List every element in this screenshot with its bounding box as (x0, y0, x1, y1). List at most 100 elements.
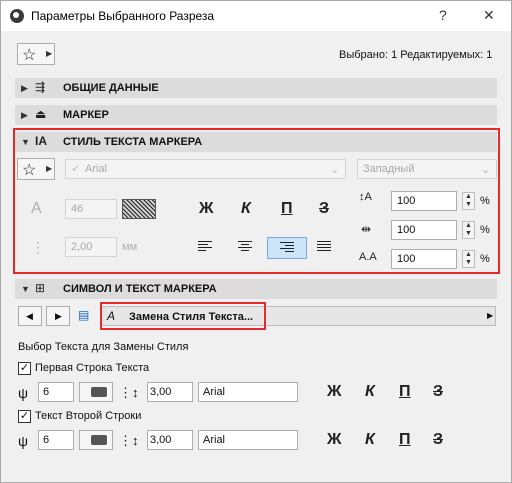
section-title-general: ОБЩИЕ ДАННЫЕ (63, 82, 159, 94)
spacing-percent-value: 100 (397, 224, 416, 236)
first-line-spacing-value: 3,00 (150, 386, 172, 398)
slant-percent-field[interactable]: 100 (391, 249, 457, 269)
section-title-symbol-text: СИМВОЛ И ТЕКСТ МАРКЕРА (63, 283, 217, 295)
spacing-value: 2,00 (71, 241, 93, 253)
width-percent-field[interactable]: 100 (391, 191, 457, 211)
spacing-icon: ⋮↕ (119, 433, 139, 448)
width-percent-value: 100 (397, 195, 416, 207)
window-title: Параметры Выбранного Разреза (31, 9, 215, 23)
section-title-text-style: СТИЛЬ ТЕКСТА МАРКЕРА (63, 136, 203, 148)
section-symbol-text[interactable]: ▼ ⊞ СИМВОЛ И ТЕКСТ МАРКЕРА (15, 279, 497, 299)
first-line-italic-button[interactable]: К (365, 383, 375, 401)
help-button[interactable]: ? (439, 7, 447, 23)
align-left-icon (198, 241, 218, 255)
page-settings-icon[interactable]: ▤ (78, 308, 89, 322)
first-line-bold-button[interactable]: Ж (327, 383, 341, 401)
spacing-unit: мм (122, 241, 138, 253)
slant-stepper[interactable]: ▲ ▼ (462, 250, 475, 268)
color-pen-icon (91, 387, 107, 397)
prev-page-button[interactable]: ◀ (18, 306, 42, 326)
spacing-percent-field[interactable]: 100 (391, 220, 457, 240)
second-line-bold-button[interactable]: Ж (327, 431, 341, 449)
check-icon: ✓ (71, 163, 81, 175)
second-line-spacing-field[interactable]: 3,00 (147, 430, 193, 450)
spacing-icon: ⋮ (31, 239, 45, 255)
marker-icon: ⏏ (35, 107, 47, 121)
app-icon (10, 9, 24, 23)
first-line-size-field[interactable]: 6 (38, 382, 74, 402)
title-bar: Параметры Выбранного Разреза ? ✕ (1, 1, 511, 31)
slant-percent-unit: % (480, 253, 490, 265)
star-icon: ☆ (22, 162, 37, 179)
width-percent-unit: % (480, 195, 490, 207)
text-style-icon: IA (35, 134, 47, 148)
underline-button[interactable]: П (281, 200, 293, 218)
second-line-underline-button[interactable]: П (399, 431, 411, 449)
spacing-field[interactable]: 2,00 (65, 237, 117, 257)
selection-status: Выбрано: 1 Редактируемых: 1 (339, 49, 493, 61)
script-value: Западный (363, 163, 415, 175)
collapse-arrow-icon: ▼ (21, 137, 30, 147)
play-icon: ▶ (46, 164, 53, 173)
spacing-stepper[interactable]: ▲ ▼ (462, 221, 475, 239)
second-line-spacing-value: 3,00 (150, 434, 172, 446)
align-justify-icon (317, 241, 337, 255)
script-select[interactable]: Западный ⌄ (357, 159, 497, 179)
font-value: Arial (85, 163, 108, 175)
first-line-label: Первая Строка Текста (35, 362, 150, 374)
second-line-font-field[interactable]: Arial (198, 430, 298, 450)
close-button[interactable]: ✕ (483, 7, 495, 24)
star-icon: ☆ (22, 47, 37, 64)
align-center-button[interactable] (237, 241, 257, 255)
chevron-down-icon: ⌄ (481, 164, 491, 176)
first-line-color-button[interactable] (79, 382, 113, 402)
second-line-color-button[interactable] (79, 430, 113, 450)
slant-percent-value: 100 (397, 253, 416, 265)
second-line-italic-button[interactable]: К (365, 431, 375, 449)
bold-button[interactable]: Ж (199, 200, 213, 218)
text-size-icon: A (31, 200, 42, 217)
first-line-spacing-field[interactable]: 3,00 (147, 382, 193, 402)
chevron-down-icon: ⌄ (330, 164, 340, 176)
color-pen-icon (91, 435, 107, 445)
first-line-font-value: Arial (203, 386, 226, 398)
italic-button[interactable]: К (241, 200, 251, 218)
second-line-checkbox[interactable]: ✓ (18, 410, 31, 423)
second-line-strike-button[interactable]: З (433, 431, 443, 449)
align-right-button[interactable] (267, 237, 307, 259)
symbol-text-icon: ⊞ (35, 281, 46, 295)
text-color-swatch[interactable] (122, 199, 156, 219)
next-page-button[interactable]: ▶ (46, 306, 70, 326)
section-title-marker: МАРКЕР (63, 109, 109, 121)
replace-style-button[interactable]: Замена Стиля Текста... (129, 311, 253, 323)
font-select[interactable]: ✓ Arial ⌄ (65, 159, 346, 179)
text-size-field[interactable]: 46 (65, 199, 117, 219)
align-center-icon (237, 241, 257, 255)
first-line-underline-button[interactable]: П (399, 383, 411, 401)
width-stepper[interactable]: ▲ ▼ (462, 192, 475, 210)
first-line-size-value: 6 (43, 386, 50, 398)
play-icon: ▶ (46, 49, 53, 58)
collapse-arrow-icon: ▼ (21, 284, 30, 294)
text-favorites-button[interactable]: ☆ ▶ (17, 158, 55, 180)
align-left-button[interactable] (198, 241, 218, 255)
favorites-button[interactable]: ☆ ▶ (17, 43, 55, 65)
text-width-icon: ↕A (359, 191, 372, 203)
section-text-style[interactable]: ▼ IA СТИЛЬ ТЕКСТА МАРКЕРА (15, 132, 497, 152)
second-line-size-field[interactable]: 6 (38, 430, 74, 450)
align-right-icon (280, 242, 300, 256)
expand-arrow-icon: ▶ (21, 83, 28, 93)
align-justify-button[interactable] (317, 241, 337, 255)
section-marker[interactable]: ▶ ⏏ МАРКЕР (15, 105, 497, 125)
play-icon: ▶ (487, 311, 494, 320)
first-line-font-field[interactable]: Arial (198, 382, 298, 402)
section-general[interactable]: ▶ ⇶ ОБЩИЕ ДАННЫЕ (15, 78, 497, 98)
replace-style-icon: A (107, 309, 116, 323)
second-line-label: Текст Второй Строки (35, 410, 142, 422)
text-stretch-icon: A.A (359, 251, 377, 263)
strikethrough-button[interactable]: З (319, 200, 329, 218)
first-line-strike-button[interactable]: З (433, 383, 443, 401)
spacing-percent-unit: % (480, 224, 490, 236)
first-line-checkbox[interactable]: ✓ (18, 362, 31, 375)
replace-heading: Выбор Текста для Замены Стиля (18, 341, 189, 353)
